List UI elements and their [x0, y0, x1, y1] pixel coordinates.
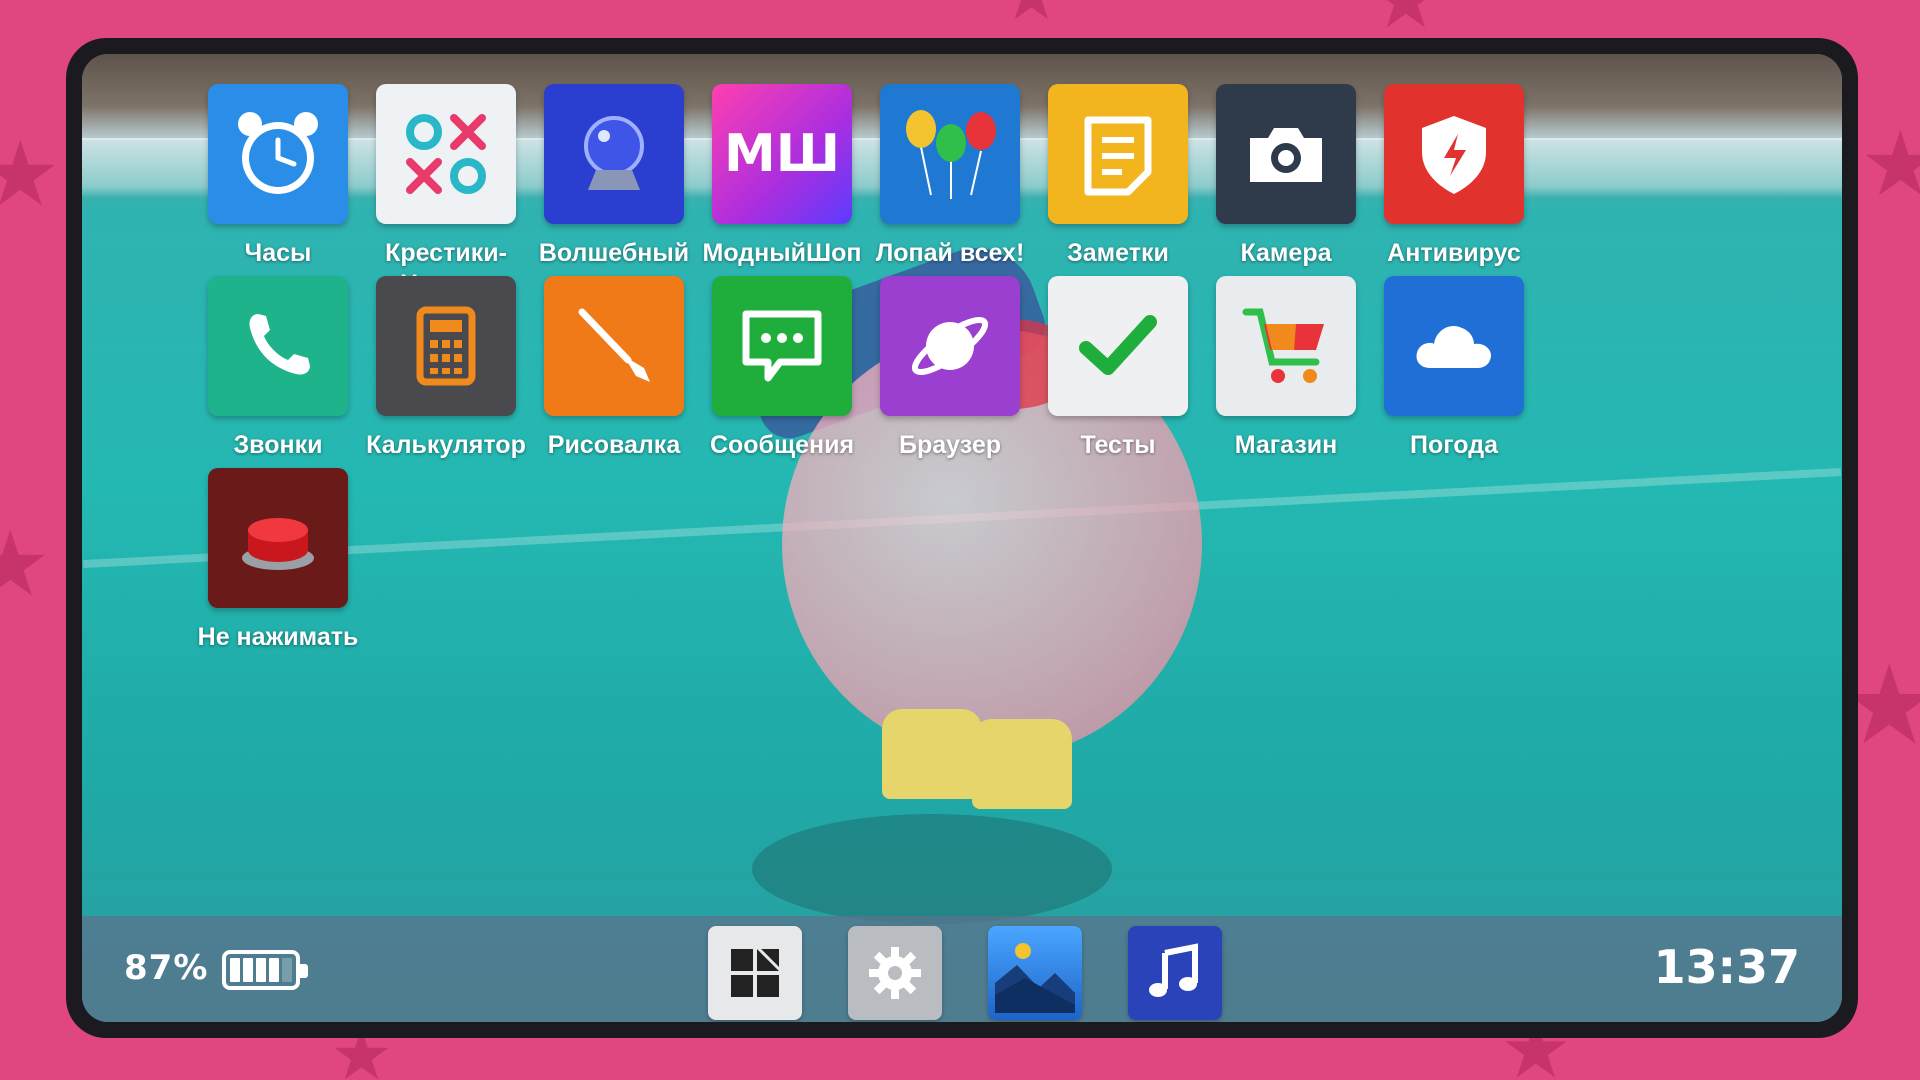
settings-button[interactable]: [848, 926, 942, 1020]
app-planet[interactable]: Браузер: [855, 276, 1045, 506]
app-label: Погода: [1409, 431, 1499, 459]
app-calculator[interactable]: Калькулятор: [351, 276, 541, 506]
start-menu-button[interactable]: [708, 926, 802, 1020]
planet-icon: [880, 276, 1020, 416]
taskbar: 87% 13:37: [82, 916, 1842, 1022]
alarm-clock-icon: [208, 84, 348, 224]
red-button-icon: [208, 468, 348, 608]
app-chat-bubble[interactable]: Сообщения: [687, 276, 877, 506]
chat-bubble-icon: [712, 276, 852, 416]
shopping-cart-icon: [1216, 276, 1356, 416]
background-star: ★: [1370, 0, 1442, 40]
phone-icon: [208, 276, 348, 416]
paintbrush-icon: [544, 276, 684, 416]
clock: 13:37: [1653, 940, 1800, 994]
camera-icon: [1216, 84, 1356, 224]
shield-icon: [1384, 84, 1524, 224]
fashion-shop-icon: МШ: [712, 84, 852, 224]
background-star: ★: [0, 122, 61, 227]
app-red-button[interactable]: Не нажимать: [183, 468, 373, 698]
crystal-ball-icon: [544, 84, 684, 224]
background-star: ★: [0, 512, 51, 617]
gallery-button[interactable]: [988, 926, 1082, 1020]
gallery-icon: [995, 943, 1075, 1013]
music-note-icon: [1149, 943, 1198, 997]
balloons-icon: [880, 84, 1020, 224]
app-label: Антивирус: [1387, 239, 1521, 267]
background-star: ★: [1860, 112, 1920, 217]
windows-grid-icon: [731, 943, 785, 997]
home-screen: ЧасыКрестики- НоликиВолшебный шарМШМодны…: [82, 54, 1842, 1022]
notes-icon: [1048, 84, 1188, 224]
app-shopping-cart[interactable]: Магазин: [1191, 276, 1381, 506]
background-star: ★: [1000, 0, 1063, 30]
cloud-icon: [1384, 276, 1524, 416]
music-button[interactable]: [1128, 926, 1222, 1020]
app-checkmark[interactable]: Тесты: [1023, 276, 1213, 506]
tablet-frame: ЧасыКрестики- НоликиВолшебный шарМШМодны…: [66, 38, 1858, 1038]
battery-percentage: 87%: [124, 948, 209, 988]
checkmark-icon: [1048, 276, 1188, 416]
wallpaper-shadow: [752, 814, 1112, 924]
fashion-shop-logo-text: МШ: [724, 124, 840, 184]
gear-icon: [869, 947, 921, 999]
tic-tac-toe-icon: [376, 84, 516, 224]
app-label: Не нажимать: [197, 623, 359, 651]
app-cloud[interactable]: Погода: [1359, 276, 1549, 506]
calculator-icon: [376, 276, 516, 416]
battery-icon: [222, 950, 308, 990]
app-paintbrush[interactable]: Рисовалка: [519, 276, 709, 506]
